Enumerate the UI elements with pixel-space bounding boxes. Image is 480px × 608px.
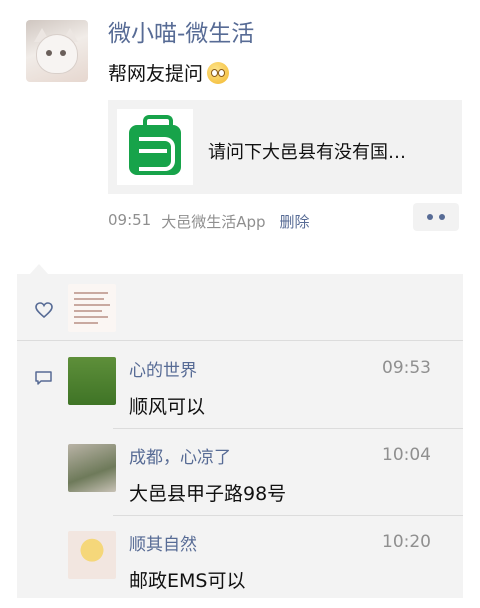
commenter-avatar[interactable] — [68, 444, 116, 492]
liker-avatar[interactable] — [68, 284, 116, 332]
interaction-panel: 心的世界 09:53 顺风可以 成都，心凉了 10:04 大邑县甲子路98号 顺… — [17, 274, 463, 598]
post-meta: 09:51 大邑微生活App 删除 — [108, 211, 310, 232]
commenter-avatar[interactable] — [68, 531, 116, 579]
heart-icon — [35, 302, 53, 318]
comment-time: 10:04 — [382, 445, 431, 465]
shared-link-card[interactable]: 请问下大邑县有没有国… — [108, 100, 462, 194]
commenter-avatar[interactable] — [68, 357, 116, 405]
more-actions-button[interactable] — [413, 203, 459, 231]
post-time: 09:51 — [108, 211, 152, 229]
panel-pointer — [30, 264, 48, 274]
post-text: 帮网友提问 — [108, 59, 230, 86]
divider — [17, 340, 463, 341]
post-text-content: 帮网友提问 — [108, 63, 204, 85]
delete-button[interactable]: 删除 — [280, 211, 310, 232]
likes-row — [17, 274, 463, 340]
comment-row[interactable]: 顺其自然 10:20 邮政EMS可以 — [17, 516, 463, 602]
thinking-face-icon — [207, 61, 230, 84]
dot-icon — [427, 214, 433, 220]
commenter-name[interactable]: 成都，心凉了 — [129, 443, 231, 468]
comment-row[interactable]: 心的世界 09:53 顺风可以 — [17, 342, 463, 428]
comment-time: 09:53 — [382, 358, 431, 378]
comment-time: 10:20 — [382, 532, 431, 552]
comment-text: 大邑县甲子路98号 — [129, 483, 287, 505]
link-thumbnail — [117, 109, 193, 185]
comment-text: 邮政EMS可以 — [129, 570, 246, 592]
comment-row[interactable]: 成都，心凉了 10:04 大邑县甲子路98号 — [17, 429, 463, 515]
green-shopping-bag-logo — [129, 125, 181, 175]
link-title: 请问下大邑县有没有国… — [208, 142, 406, 163]
author-name[interactable]: 微小喵-微生活 — [108, 14, 254, 48]
commenter-name[interactable]: 心的世界 — [129, 356, 197, 381]
comment-text: 顺风可以 — [129, 396, 206, 418]
commenter-name[interactable]: 顺其自然 — [129, 530, 197, 555]
author-avatar[interactable] — [26, 20, 88, 82]
post-source[interactable]: 大邑微生活App — [161, 211, 265, 232]
dot-icon — [439, 214, 445, 220]
